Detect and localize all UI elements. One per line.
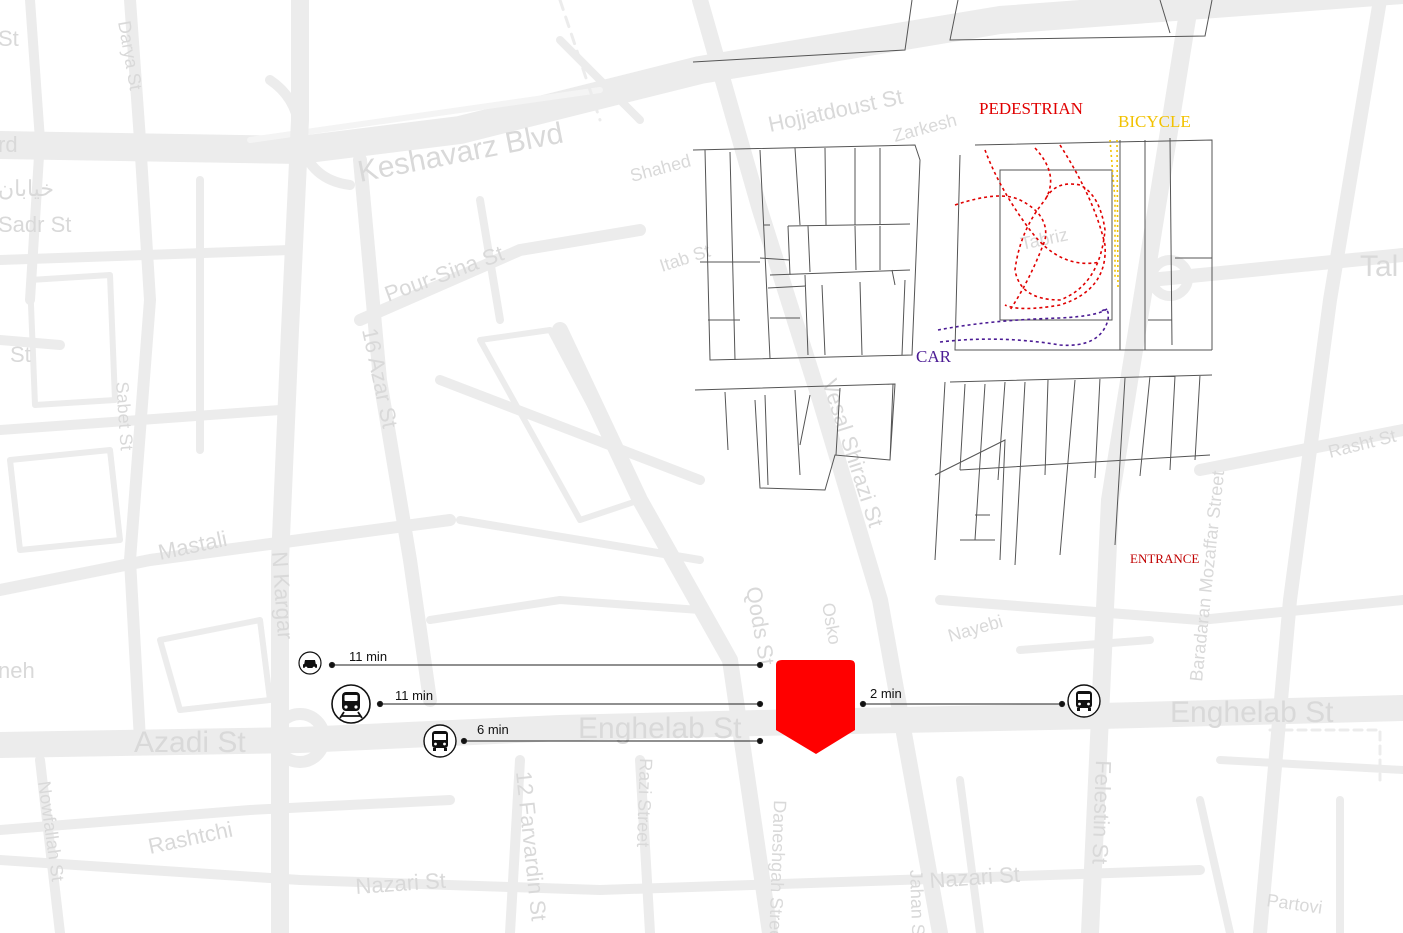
location-marker-icon[interactable] — [776, 660, 855, 754]
car-path-1 — [937, 307, 1109, 331]
street-label-st-left: St — [10, 342, 31, 367]
map: Keshavarz Blvd Hojjatdoust St Zarkesh Sh… — [0, 0, 1403, 933]
road-east-d — [1196, 796, 1234, 933]
road-east-f — [1016, 636, 1154, 654]
pedestrian-label: PEDESTRIAN — [979, 99, 1083, 118]
taxi-time-label: 11 min — [349, 649, 387, 664]
street-label-sabet: Sabet St — [112, 381, 137, 451]
bus-right-time-label: 2 min — [870, 686, 902, 701]
street-label-nazari-right: Nazari St — [929, 862, 1021, 893]
street-label-shahed: Shahed — [628, 150, 693, 185]
street-label-rashtchi: Rashtchi — [146, 817, 235, 859]
bus-time-label: 6 min — [477, 722, 509, 737]
bicycle-path-2 — [1116, 139, 1119, 291]
street-label-arabic: خیابان — [0, 176, 54, 201]
street-label-jahan: Jahan St — [906, 869, 928, 933]
metro-connector-end — [756, 700, 764, 708]
street-label-enghelab-right: Enghelab St — [1170, 696, 1334, 729]
road-mid-a — [435, 375, 705, 485]
metro-time-label: 11 min — [395, 688, 433, 703]
street-label-razi: Razi Street — [633, 758, 656, 848]
street-label-itab: Itab St — [657, 241, 713, 276]
train-icon — [331, 684, 371, 724]
street-label-hojjatdoust: Hojjatdoust St — [766, 84, 905, 137]
car-label: CAR — [916, 347, 952, 366]
bus-connector-end — [756, 737, 764, 745]
street-label-st-top-left: St — [0, 26, 19, 51]
bus-right-icon — [1067, 684, 1101, 718]
street-label-partovi: Partovi — [1265, 890, 1323, 918]
road-east — [1253, 0, 1387, 933]
street-label-darya: Darya St — [114, 19, 146, 91]
road-east-b — [1216, 756, 1403, 774]
car-path-2 — [939, 309, 1110, 347]
block-outline-south-east — [934, 374, 1213, 566]
street-label-enghelab-left: Enghelab St — [578, 712, 742, 745]
road-mastali — [0, 514, 456, 596]
road-mid-e — [426, 596, 704, 624]
bus-connector-start — [460, 737, 468, 745]
car-icon — [298, 651, 322, 675]
street-label-daneshgah: Daneshgah Street — [765, 800, 790, 933]
street-label-sadr: Sadr St — [0, 212, 71, 237]
street-label-mozaffar: Baradaran Mozaffar Street — [1186, 470, 1228, 683]
bus-right-connector-start — [859, 700, 867, 708]
street-label-qods: Qods St — [741, 585, 779, 668]
bus-right-connector-end — [1058, 700, 1066, 708]
street-label-16-azar: 16 Azar St — [357, 326, 403, 430]
street-label-pour-sina: Pour-Sina St — [381, 241, 507, 307]
road-east-e — [956, 776, 984, 933]
taxi-connector-start — [328, 661, 336, 669]
street-label-nayebi: Nayebi — [946, 611, 1005, 646]
road-block-outline-b — [157, 617, 273, 713]
taxi-connector-end — [756, 661, 764, 669]
street-label-nazari-left: Nazari St — [355, 868, 447, 899]
street-label-oskou: Osko — [818, 601, 845, 646]
road-16-azar — [353, 153, 437, 707]
street-label-rasht: Rasht St — [1326, 426, 1398, 462]
street-label-azadi: Azadi St — [134, 726, 246, 759]
street-label-felestin: Felestin St — [1087, 760, 1116, 865]
road-west-d — [124, 0, 156, 746]
block-plan — [692, 0, 1213, 566]
road-block-outline-c — [7, 447, 123, 553]
street-label-tal: Tal — [1360, 250, 1398, 283]
road-dashed-east — [1268, 728, 1382, 782]
bus-icon — [423, 724, 457, 758]
street-label-neh: neh — [0, 658, 35, 683]
block-outline-east — [954, 139, 1213, 351]
road-qods — [552, 322, 778, 933]
street-label-zarkesh: Zarkesh — [891, 110, 959, 146]
street-label-rd-left: rd — [0, 132, 18, 157]
metro-connector-start — [376, 700, 384, 708]
entrance-label: ENTRANCE — [1130, 551, 1199, 566]
road-east-a — [935, 595, 1403, 625]
bicycle-label: BICYCLE — [1118, 112, 1191, 131]
